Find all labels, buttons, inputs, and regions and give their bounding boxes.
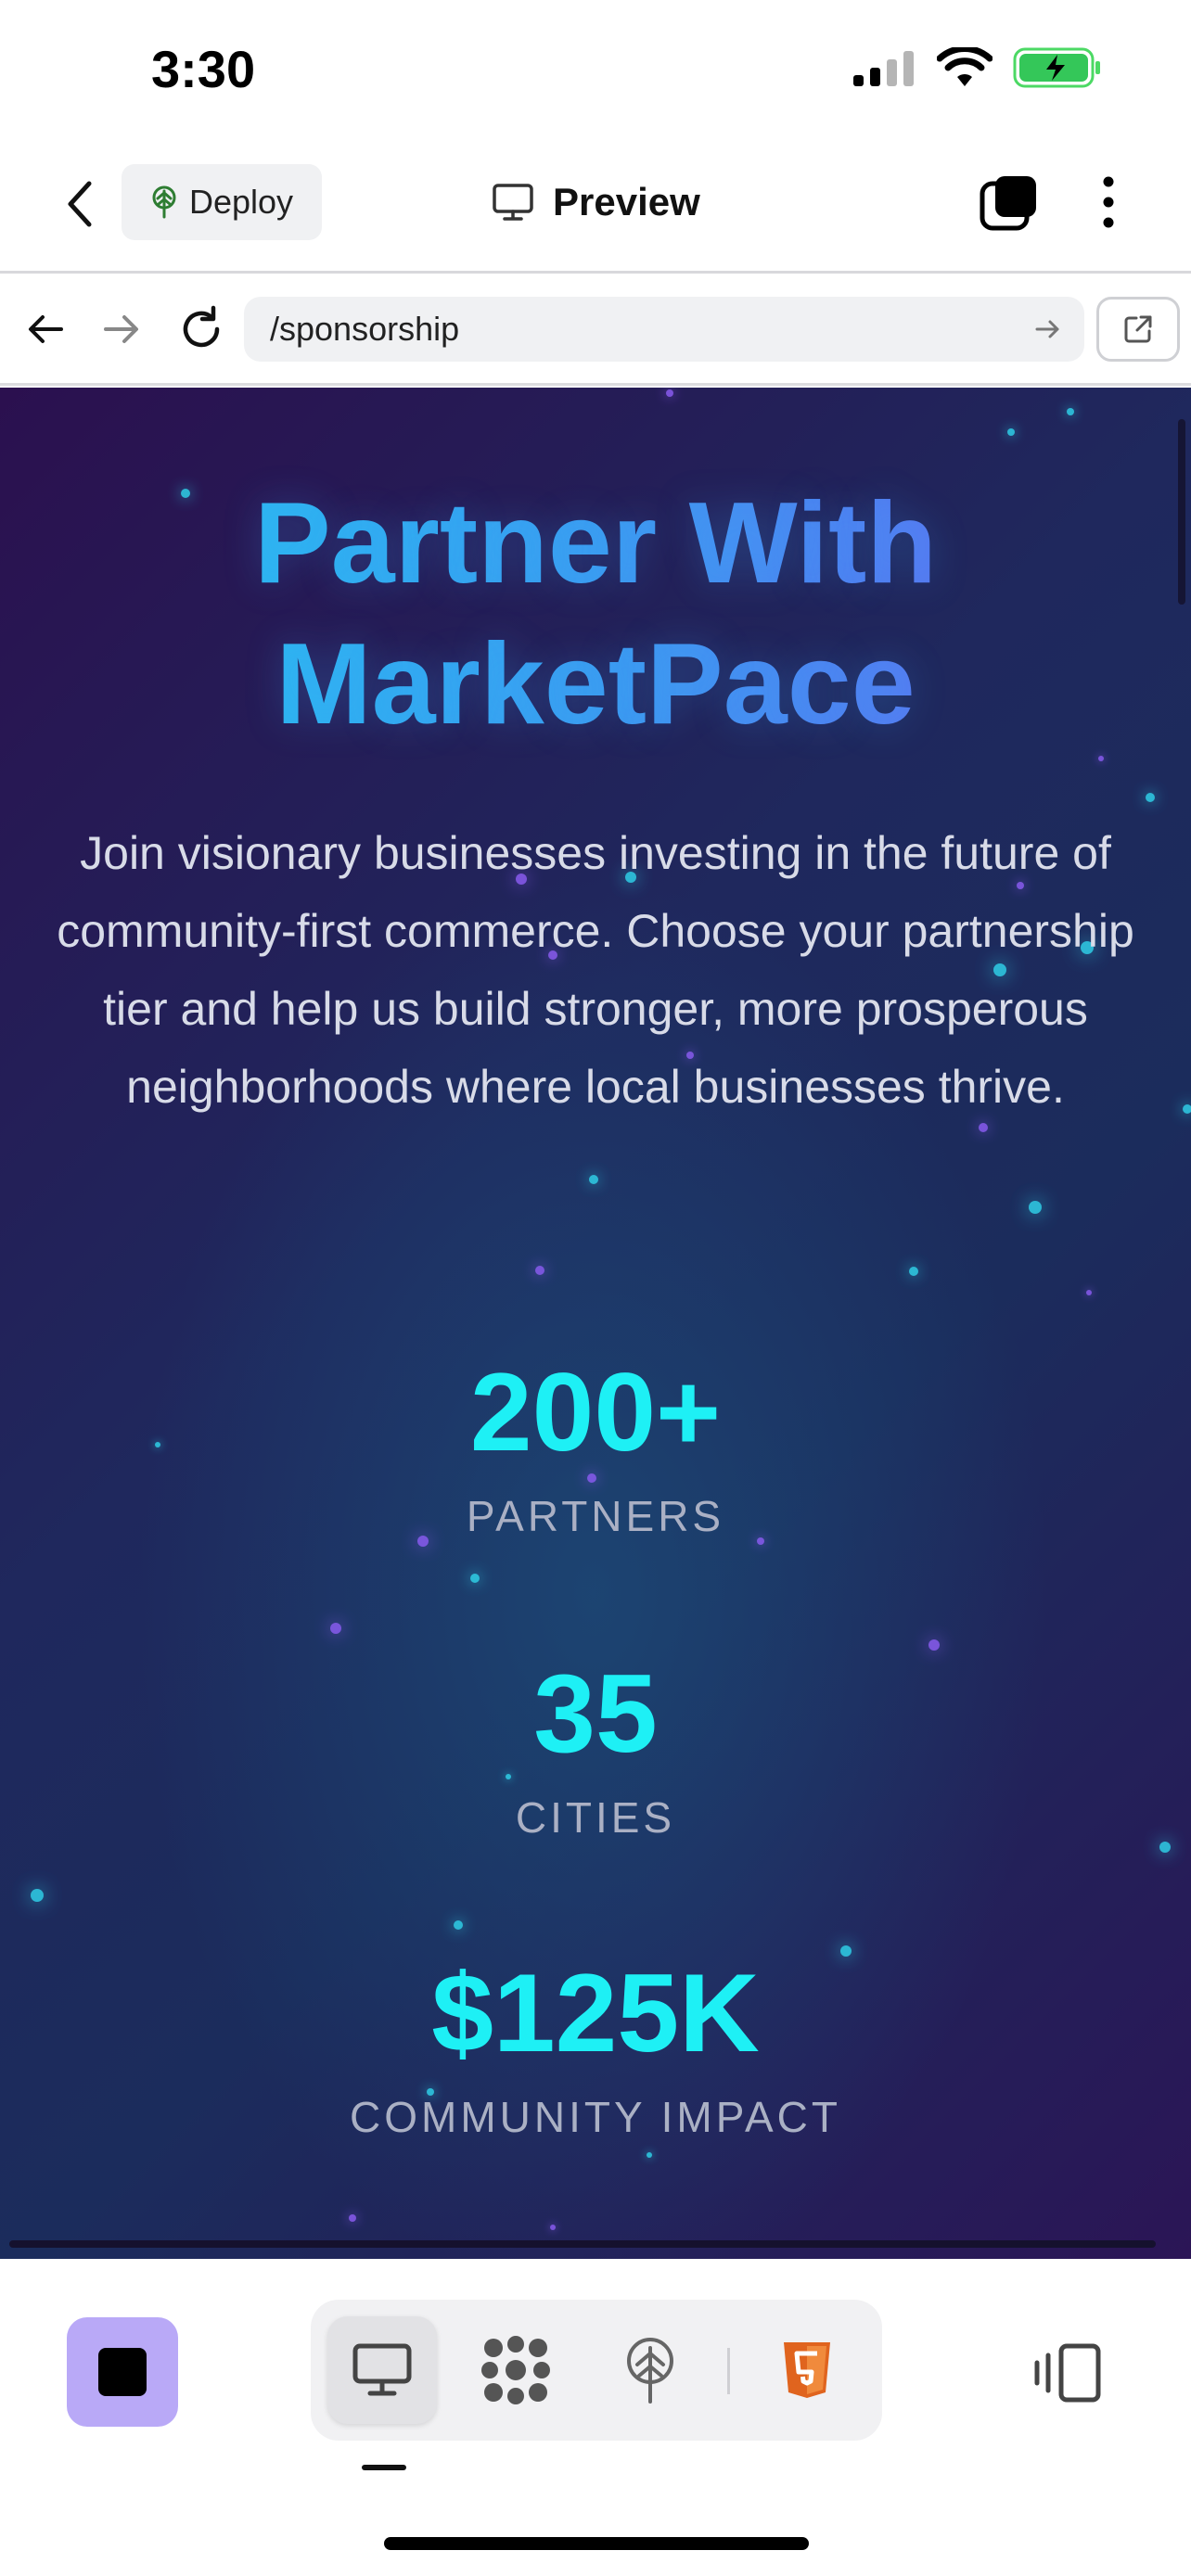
device-rotate-icon[interactable] — [1031, 2342, 1102, 2404]
deploy-button[interactable]: Deploy — [122, 164, 322, 240]
particle-dot — [1098, 756, 1104, 761]
particle-dot — [928, 1639, 940, 1651]
particle-dot — [31, 1889, 44, 1902]
back-chevron-icon[interactable] — [58, 176, 104, 232]
hero-title-line-2: MarketPace — [275, 620, 916, 748]
tool-deploy[interactable] — [596, 2316, 705, 2424]
preview-title: Preview — [492, 174, 700, 230]
stat-label: CITIES — [515, 1793, 676, 1842]
status-time: 3:30 — [151, 40, 256, 98]
cellular-signal-icon — [853, 51, 914, 86]
tool-desktop-preview[interactable] — [327, 2316, 437, 2424]
deploy-label: Deploy — [188, 183, 294, 221]
deploy-tree-icon — [627, 2338, 673, 2404]
status-icons — [852, 46, 1102, 89]
stop-button[interactable] — [67, 2317, 178, 2427]
desktop-preview-icon — [352, 2343, 412, 2396]
battery-charging-icon — [1013, 47, 1100, 88]
particle-dot — [1086, 1290, 1092, 1295]
sponsorship-page: Partner With MarketPace Join visionary b… — [0, 388, 1191, 2259]
particle-dot — [330, 1623, 341, 1634]
preview-title-text: Preview — [553, 180, 700, 223]
apps-grid-icon — [481, 2336, 550, 2404]
particle-dot — [535, 1266, 544, 1275]
tool-apps[interactable] — [461, 2316, 570, 2424]
app-top-bar: Deploy Preview — [0, 139, 1191, 274]
url-input[interactable]: /sponsorship — [244, 297, 1084, 362]
stat-value: $125K — [431, 1951, 760, 2075]
monitor-icon — [493, 184, 533, 221]
particle-dot — [454, 1920, 463, 1930]
particle-dot — [1007, 428, 1015, 436]
particle-dot — [1146, 793, 1155, 802]
vertical-scrollbar[interactable] — [1178, 419, 1185, 605]
more-options-icon[interactable] — [1090, 174, 1127, 230]
particle-dot — [349, 2214, 356, 2222]
hero-title: Partner With MarketPace — [0, 473, 1191, 755]
stat-value: 35 — [533, 1651, 658, 1776]
stat-label: PARTNERS — [466, 1492, 725, 1540]
tool-html[interactable] — [752, 2316, 862, 2424]
horizontal-scrollbar[interactable] — [9, 2240, 1156, 2248]
particle-dot — [909, 1267, 918, 1276]
stat-label: COMMUNITY IMPACT — [350, 2093, 841, 2141]
stat-cities: 35 CITIES — [0, 1653, 1191, 1843]
particle-dot — [1067, 408, 1074, 415]
particle-dot — [647, 2152, 652, 2158]
particle-dot — [550, 2225, 556, 2230]
view-switcher — [311, 2300, 882, 2441]
tabs-switcher-icon[interactable] — [979, 172, 1040, 234]
stop-icon — [98, 2348, 147, 2396]
bottom-toolbar — [0, 2259, 1191, 2576]
hero-subtitle: Join visionary businesses investing in t… — [57, 827, 1134, 1113]
hero-title-line-1: Partner With — [253, 479, 938, 607]
nav-forward-arrow-icon[interactable] — [100, 308, 143, 351]
particle-dot — [1159, 1842, 1171, 1853]
active-tool-indicator — [362, 2465, 406, 2470]
stat-partners: 200+ PARTNERS — [0, 1352, 1191, 1541]
particle-dot — [1183, 1104, 1191, 1114]
stat-community-impact: $125K COMMUNITY IMPACT — [0, 1953, 1191, 2142]
particle-dot — [589, 1175, 598, 1184]
reload-icon[interactable] — [176, 304, 226, 354]
html5-icon — [784, 2342, 830, 2398]
deploy-tree-icon — [152, 185, 176, 219]
tool-separator — [727, 2348, 730, 2394]
status-bar: 3:30 — [0, 0, 1191, 139]
wifi-icon — [937, 47, 992, 86]
url-text: /sponsorship — [270, 310, 460, 348]
particle-dot — [666, 389, 673, 397]
stat-value: 200+ — [469, 1350, 722, 1474]
open-external-button[interactable] — [1096, 297, 1180, 362]
browser-toolbar: /sponsorship — [0, 276, 1191, 386]
open-external-icon — [1124, 315, 1152, 343]
home-indicator — [384, 2537, 809, 2550]
nav-back-arrow-icon[interactable] — [24, 308, 67, 351]
particle-dot — [1029, 1201, 1042, 1214]
go-arrow-icon[interactable] — [1032, 313, 1064, 345]
particle-dot — [470, 1574, 480, 1583]
